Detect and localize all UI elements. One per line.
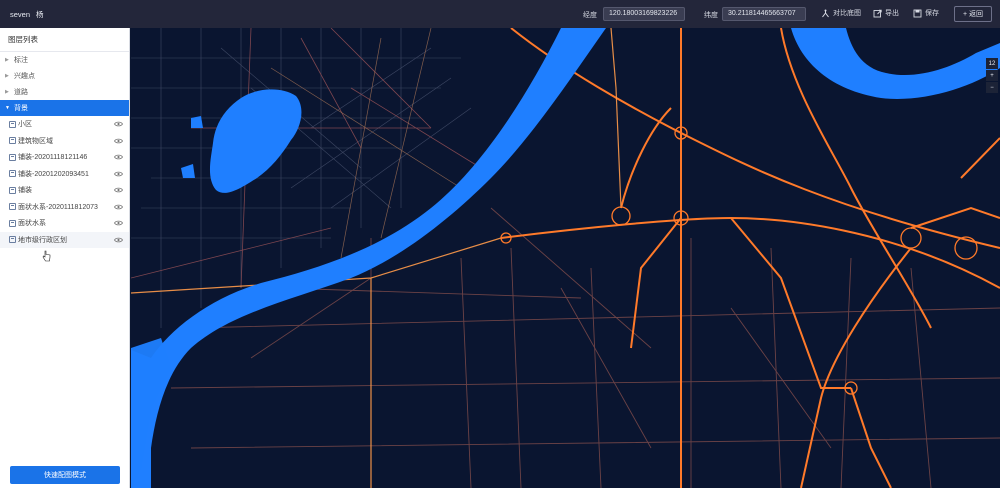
zoom-level: 12 xyxy=(986,58,998,69)
eye-icon[interactable] xyxy=(111,202,125,212)
eye-icon[interactable] xyxy=(111,136,125,146)
layer-icon xyxy=(9,186,16,194)
layer-row[interactable]: 建筑物区域 xyxy=(0,133,129,150)
layer-list: 小区建筑物区域铺装-20201118121146 铺装-2020120209345… xyxy=(0,116,129,248)
back-button[interactable]: + 返回 xyxy=(954,6,992,22)
save-button[interactable]: 保存 xyxy=(913,8,939,18)
layer-icon xyxy=(9,236,16,244)
zoom-out-button[interactable]: − xyxy=(986,82,998,93)
longitude-field[interactable]: 120.18003169823226 xyxy=(603,7,685,21)
quick-style-button[interactable]: 快速配图模式 xyxy=(10,466,120,484)
zoom-in-button[interactable]: + xyxy=(986,70,998,81)
layer-panel-title: 图层列表 xyxy=(0,28,129,52)
layer-icon xyxy=(9,153,16,161)
layer-group-background[interactable]: ▼ 背景 xyxy=(0,100,129,116)
hand-cursor-icon xyxy=(42,250,51,262)
project-title-extra: 杨 xyxy=(36,9,44,19)
layer-group-label: 背景 xyxy=(14,105,28,112)
export-icon xyxy=(873,9,882,18)
layer-name: 小区 xyxy=(18,121,32,129)
layer-group-roads[interactable]: ▶ 道路 xyxy=(0,84,129,100)
project-title: seven xyxy=(10,9,31,19)
layer-name: 铺装-20201118121146 xyxy=(18,154,88,162)
eye-icon[interactable] xyxy=(111,119,125,129)
layer-row[interactable]: 铺装-20201118121146 xyxy=(0,149,129,166)
latitude-field[interactable]: 30.211814465663707 xyxy=(722,7,806,21)
top-bar: seven 杨 经度 120.18003169823226 纬度 30.2118… xyxy=(0,0,1000,28)
layer-panel: 图层列表 ▶ 标注 ▶ 兴趣点 ▶ 道路 ▼ 背景 小区建筑物区域铺装-2020… xyxy=(0,28,130,488)
map-canvas[interactable]: 12 + − xyxy=(131,28,1000,488)
latitude-label: 纬度 xyxy=(704,12,718,19)
eye-icon[interactable] xyxy=(111,185,125,195)
chevron-right-icon: ▶ xyxy=(5,89,9,95)
app-window: seven 杨 经度 120.18003169823226 纬度 30.2118… xyxy=(0,0,1000,488)
layer-row[interactable]: 铺装-20201202093451 xyxy=(0,166,129,183)
layer-group-labels[interactable]: ▶ 标注 xyxy=(0,52,129,68)
zoom-control: 12 + − xyxy=(986,58,998,93)
save-icon xyxy=(913,9,922,18)
longitude-label: 经度 xyxy=(583,12,597,19)
export-label: 导出 xyxy=(885,10,899,17)
compare-icon xyxy=(821,9,830,18)
layer-row[interactable]: 铺装 xyxy=(0,182,129,199)
layer-name: 铺装-20201202093451 xyxy=(18,170,89,178)
plus-icon: + xyxy=(962,10,968,18)
layer-row[interactable]: 面状水系-2020111812073 xyxy=(0,199,129,216)
eye-icon[interactable] xyxy=(111,152,125,162)
layer-group-poi[interactable]: ▶ 兴趣点 xyxy=(0,68,129,84)
compare-basemap-button[interactable]: 对比底图 xyxy=(821,8,861,18)
layer-icon xyxy=(9,137,16,145)
layer-group-label: 标注 xyxy=(14,57,28,64)
layer-name: 建筑物区域 xyxy=(18,137,53,145)
layer-row[interactable]: 地市级行政区划 xyxy=(0,231,129,248)
layer-group-label: 兴趣点 xyxy=(14,73,35,80)
layer-row[interactable]: 小区 xyxy=(0,116,129,133)
eye-icon[interactable] xyxy=(111,218,125,228)
chevron-right-icon: ▶ xyxy=(5,73,9,79)
layer-icon xyxy=(9,120,16,128)
layer-group-label: 道路 xyxy=(14,89,28,96)
layer-name: 铺装 xyxy=(18,187,32,195)
layer-icon xyxy=(9,203,16,211)
save-label: 保存 xyxy=(925,10,939,17)
compare-basemap-label: 对比底图 xyxy=(833,10,861,17)
map-svg[interactable] xyxy=(131,28,1000,488)
layer-name: 面状水系 xyxy=(18,220,46,228)
eye-icon[interactable] xyxy=(111,235,125,245)
layer-row[interactable]: 面状水系 xyxy=(0,215,129,232)
layer-name: 面状水系-2020111812073 xyxy=(18,203,98,211)
export-button[interactable]: 导出 xyxy=(873,8,899,18)
chevron-right-icon: ▶ xyxy=(5,57,9,63)
back-label: 返回 xyxy=(969,11,984,18)
eye-icon[interactable] xyxy=(111,169,125,179)
chevron-down-icon: ▼ xyxy=(5,105,10,111)
layer-icon xyxy=(9,170,16,178)
layer-icon xyxy=(9,219,16,227)
layer-name: 地市级行政区划 xyxy=(18,236,67,244)
